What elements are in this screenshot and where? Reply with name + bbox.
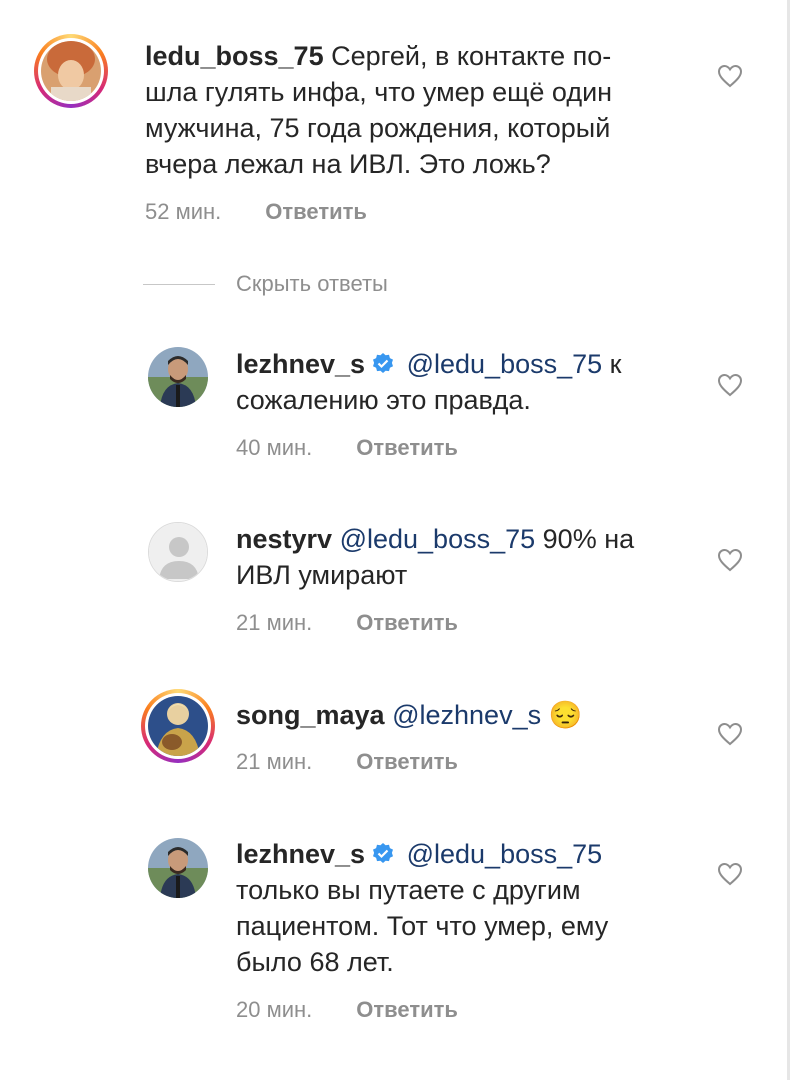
hide-replies-label: Скрыть ответы: [236, 271, 388, 296]
comment-username[interactable]: ledu_boss_75: [145, 41, 324, 71]
comment-username[interactable]: nestyrv: [236, 524, 332, 554]
comment-time: 52 мин.: [145, 199, 222, 224]
avatar: [148, 696, 208, 756]
verified-badge-icon: [373, 843, 394, 863]
comment-meta: 21 мин. Ответить: [236, 749, 458, 775]
avatar-story-ring[interactable]: [34, 34, 108, 108]
pensive-emoji-icon: 😔: [548, 700, 583, 730]
mention-link[interactable]: @ledu_boss_75: [407, 839, 603, 869]
heart-icon[interactable]: [717, 373, 743, 397]
heart-icon[interactable]: [717, 862, 743, 886]
avatar-story-ring[interactable]: [141, 689, 215, 763]
heart-icon[interactable]: [717, 548, 743, 572]
comment-meta: 52 мин. Ответить: [145, 199, 367, 225]
comment-text: nestyrv @ledu_boss_75 90% на ИВЛ умирают: [236, 524, 635, 590]
reply-button[interactable]: Ответить: [356, 610, 458, 636]
comment-username[interactable]: song_maya: [236, 700, 385, 730]
comment-username[interactable]: lezhnev_s: [236, 349, 365, 379]
comment-meta: 40 мин. Ответить: [236, 435, 458, 461]
heart-icon[interactable]: [717, 64, 743, 88]
comment-username[interactable]: lezhnev_s: [236, 839, 365, 869]
comment-time: 20 мин.: [236, 997, 313, 1022]
comment-meta: 20 мин. Ответить: [236, 997, 458, 1023]
mention-link[interactable]: @ledu_boss_75: [407, 349, 603, 379]
comment-text: song_maya @lezhnev_s 😔: [236, 697, 706, 733]
avatar[interactable]: [148, 522, 208, 582]
reply-button[interactable]: Ответить: [356, 749, 458, 775]
verified-badge-icon: [373, 353, 394, 373]
reply-button[interactable]: Ответить: [356, 997, 458, 1023]
reply-button[interactable]: Ответить: [265, 199, 367, 225]
comment-text: lezhnev_s @ledu_boss_75 к сожалению это …: [236, 349, 622, 415]
comment-time: 40 мин.: [236, 435, 313, 460]
mention-link[interactable]: @ledu_boss_75: [340, 524, 536, 554]
mention-link[interactable]: @lezhnev_s: [392, 700, 541, 730]
comment-time: 21 мин.: [236, 749, 313, 774]
reply-button[interactable]: Ответить: [356, 435, 458, 461]
avatar[interactable]: [148, 347, 208, 407]
avatar: [41, 41, 101, 101]
comment-text: ledu_boss_75 Сергей, в контакте по- шла …: [145, 41, 613, 179]
heart-icon[interactable]: [717, 722, 743, 746]
comment-meta: 21 мин. Ответить: [236, 610, 458, 636]
comment-text: lezhnev_s @ledu_boss_75 только вы путает…: [236, 839, 609, 977]
comment-time: 21 мин.: [236, 610, 313, 635]
avatar[interactable]: [148, 838, 208, 898]
divider-line: [143, 284, 215, 285]
